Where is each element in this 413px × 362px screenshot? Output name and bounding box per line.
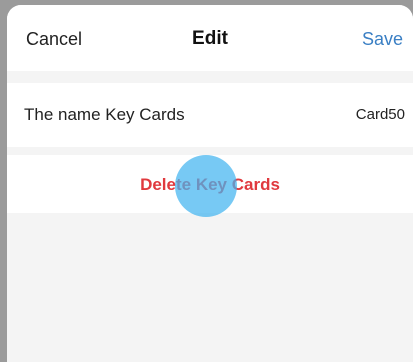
key-card-name-label: The name Key Cards (24, 105, 185, 124)
key-card-name-value: Card50 (355, 106, 405, 123)
empty-area (7, 213, 413, 362)
edit-sheet: Cancel Edit Save The name Key Cards Card… (7, 5, 413, 362)
key-card-name-row[interactable]: The name Key Cards Card50 (7, 83, 413, 147)
header-bar: Cancel Edit Save (7, 5, 413, 71)
delete-key-cards-label: Delete Key Cards (140, 175, 280, 194)
save-button[interactable]: Save (362, 28, 403, 50)
section-divider (7, 71, 413, 83)
section-divider (7, 147, 413, 155)
delete-key-cards-button[interactable]: Delete Key Cards (7, 155, 413, 213)
page-title: Edit (192, 28, 228, 49)
